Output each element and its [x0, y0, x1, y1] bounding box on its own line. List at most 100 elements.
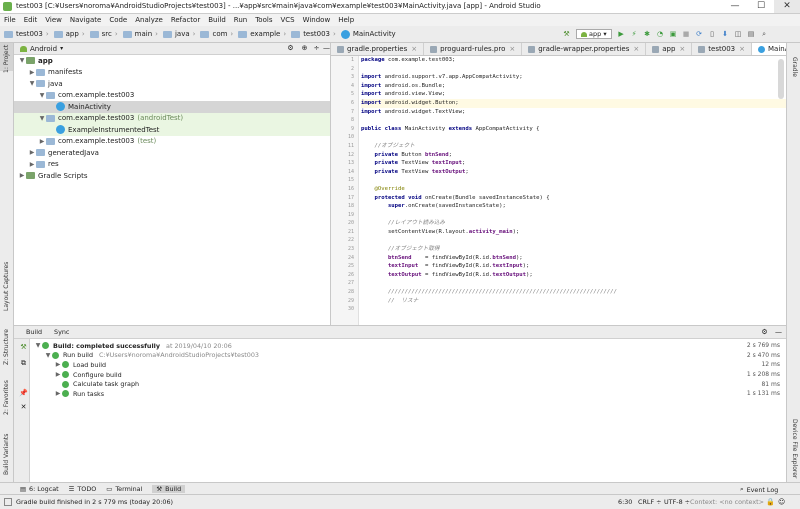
- tree-item[interactable]: ▶ Gradle Scripts: [14, 170, 330, 182]
- breadcrumb-item[interactable]: test003 ›: [291, 30, 339, 38]
- tree-item[interactable]: ▶ com.example.test003 (test): [14, 136, 330, 148]
- bottom-tab[interactable]: ▭ Terminal: [106, 485, 142, 493]
- close-icon[interactable]: ×: [633, 43, 639, 55]
- hide-icon[interactable]: —: [774, 328, 783, 337]
- sync-gradle-icon[interactable]: ⟳: [695, 30, 704, 39]
- tab-sync[interactable]: Sync: [54, 328, 69, 336]
- breadcrumb-item[interactable]: MainActivity: [340, 29, 396, 39]
- lock-icon[interactable]: 🔒: [766, 498, 775, 506]
- menu-help[interactable]: Help: [338, 14, 354, 26]
- tool-tab-project[interactable]: 1: Project: [3, 45, 10, 73]
- breadcrumb-item[interactable]: src ›: [89, 30, 121, 38]
- editor-tab[interactable]: app ×: [646, 43, 693, 55]
- chevron-down-icon[interactable]: ▼: [44, 352, 52, 359]
- close-icon[interactable]: ×: [411, 43, 417, 55]
- sdk-manager-icon[interactable]: ⬇: [721, 30, 730, 39]
- chevron-down-icon[interactable]: ▼: [34, 342, 42, 349]
- chevron-down-icon[interactable]: ▼: [28, 80, 36, 87]
- bottom-tab[interactable]: ▤ 6: Logcat: [20, 485, 59, 493]
- event-log-tab[interactable]: ⌕ Event Log: [740, 485, 778, 494]
- toggle-view-icon[interactable]: ⧉: [19, 359, 28, 368]
- breadcrumb-item[interactable]: main ›: [122, 30, 161, 38]
- tree-item[interactable]: MainActivity: [14, 101, 330, 113]
- close-button[interactable]: ✕: [774, 0, 800, 13]
- chevron-right-icon[interactable]: ▶: [28, 69, 36, 76]
- chevron-right-icon[interactable]: ▶: [54, 371, 62, 378]
- bottom-tab[interactable]: ☰ TODO: [69, 485, 97, 493]
- tree-item[interactable]: ▼ java: [14, 78, 330, 90]
- menu-vcs[interactable]: VCS: [280, 14, 294, 26]
- menu-window[interactable]: Window: [303, 14, 331, 26]
- maximize-button[interactable]: ☐: [748, 0, 774, 13]
- menu-refactor[interactable]: Refactor: [171, 14, 200, 26]
- stop-icon[interactable]: ■: [682, 30, 691, 39]
- chevron-right-icon[interactable]: ▶: [28, 161, 36, 168]
- build-row[interactable]: ▶ Configure build 1 s 208 ms: [34, 370, 784, 380]
- apply-changes-icon[interactable]: ⚡: [630, 30, 639, 39]
- chevron-down-icon[interactable]: ▾: [60, 45, 63, 52]
- menu-view[interactable]: View: [45, 14, 62, 26]
- tool-tab-layout-captures[interactable]: Layout Captures: [3, 262, 10, 311]
- chevron-right-icon[interactable]: ▶: [18, 172, 26, 179]
- file-encoding[interactable]: UTF-8 ÷: [664, 498, 690, 506]
- tree-item[interactable]: ▼ app: [14, 55, 330, 67]
- tool-tab-gradle[interactable]: Gradle: [791, 57, 798, 77]
- attach-debugger-icon[interactable]: ▣: [669, 30, 678, 39]
- build-row[interactable]: ▶ Load build 12 ms: [34, 360, 784, 370]
- breadcrumb-item[interactable]: example ›: [238, 30, 289, 38]
- chevron-right-icon[interactable]: ▶: [54, 390, 62, 397]
- tree-item[interactable]: ▶ manifests: [14, 67, 330, 79]
- close-icon[interactable]: ×: [679, 43, 685, 55]
- layout-inspector-icon[interactable]: ◫: [734, 30, 743, 39]
- hammer-icon[interactable]: ⚒: [19, 343, 28, 352]
- menu-run[interactable]: Run: [234, 14, 247, 26]
- collapse-icon[interactable]: ÷: [312, 44, 321, 53]
- tool-tab-device-file-explorer[interactable]: Device File Explorer: [791, 419, 798, 478]
- menu-analyze[interactable]: Analyze: [135, 14, 163, 26]
- menu-tools[interactable]: Tools: [255, 14, 272, 26]
- editor-tab[interactable]: test003 ×: [692, 43, 752, 55]
- breadcrumb-item[interactable]: java ›: [162, 30, 198, 38]
- editor-tab[interactable]: gradle.properties ×: [331, 43, 425, 55]
- gear-icon[interactable]: ⚙: [760, 328, 769, 337]
- editor-scrollbar[interactable]: [778, 59, 784, 99]
- chevron-right-icon[interactable]: ▶: [38, 138, 46, 145]
- tree-item[interactable]: ExampleInstrumentedTest: [14, 124, 330, 136]
- profile-icon[interactable]: ◔: [656, 30, 665, 39]
- close-icon[interactable]: ×: [739, 43, 745, 55]
- search-everywhere-icon[interactable]: ⌕: [760, 30, 769, 39]
- editor-tab[interactable]: proguard-rules.pro ×: [424, 43, 523, 55]
- tab-build[interactable]: Build: [26, 328, 42, 336]
- tree-item[interactable]: ▶ res: [14, 159, 330, 171]
- tree-item[interactable]: ▶ generatedJava: [14, 147, 330, 159]
- avd-manager-icon[interactable]: ▯: [708, 30, 717, 39]
- tool-tab-structure[interactable]: Z: Structure: [3, 329, 10, 365]
- build-row[interactable]: ▼ Run build C:¥Users¥noroma¥AndroidStudioP…: [34, 351, 784, 361]
- run-icon[interactable]: ▶: [617, 30, 626, 39]
- close-icon[interactable]: ×: [509, 43, 515, 55]
- tool-tab-build-variants[interactable]: Build Variants: [3, 434, 10, 475]
- code-area[interactable]: package com.example.test003; import andr…: [361, 56, 786, 325]
- tool-tab-favorites[interactable]: 2: Favorites: [3, 380, 10, 415]
- editor-tab[interactable]: gradle-wrapper.properties ×: [522, 43, 647, 55]
- hide-icon[interactable]: —: [322, 44, 331, 53]
- build-row[interactable]: Calculate task graph 81 ms: [34, 379, 784, 389]
- line-separator[interactable]: CRLF ÷: [638, 498, 662, 506]
- menu-navigate[interactable]: Navigate: [70, 14, 101, 26]
- menu-code[interactable]: Code: [109, 14, 127, 26]
- tree-item[interactable]: ▼ com.example.test003 (androidTest): [14, 112, 330, 124]
- chevron-down-icon[interactable]: ▼: [38, 115, 46, 122]
- inspector-icon[interactable]: ☺: [778, 498, 785, 506]
- minimize-button[interactable]: —: [722, 0, 748, 13]
- hammer-icon[interactable]: ⚒: [562, 30, 571, 39]
- close-icon[interactable]: ✕: [19, 403, 28, 412]
- breadcrumb-item[interactable]: app ›: [53, 30, 88, 38]
- chevron-down-icon[interactable]: ▼: [38, 92, 46, 99]
- project-view-select[interactable]: Android: [30, 45, 57, 53]
- chevron-right-icon[interactable]: ▶: [28, 149, 36, 156]
- pin-icon[interactable]: 📌: [19, 389, 28, 398]
- build-row[interactable]: ▼ Build: completed successfully at 2019/04…: [34, 341, 784, 351]
- run-config-select[interactable]: app ▾: [576, 29, 612, 39]
- bottom-tab[interactable]: ⚒ Build: [152, 484, 186, 493]
- build-row[interactable]: ▶ Run tasks 1 s 131 ms: [34, 389, 784, 399]
